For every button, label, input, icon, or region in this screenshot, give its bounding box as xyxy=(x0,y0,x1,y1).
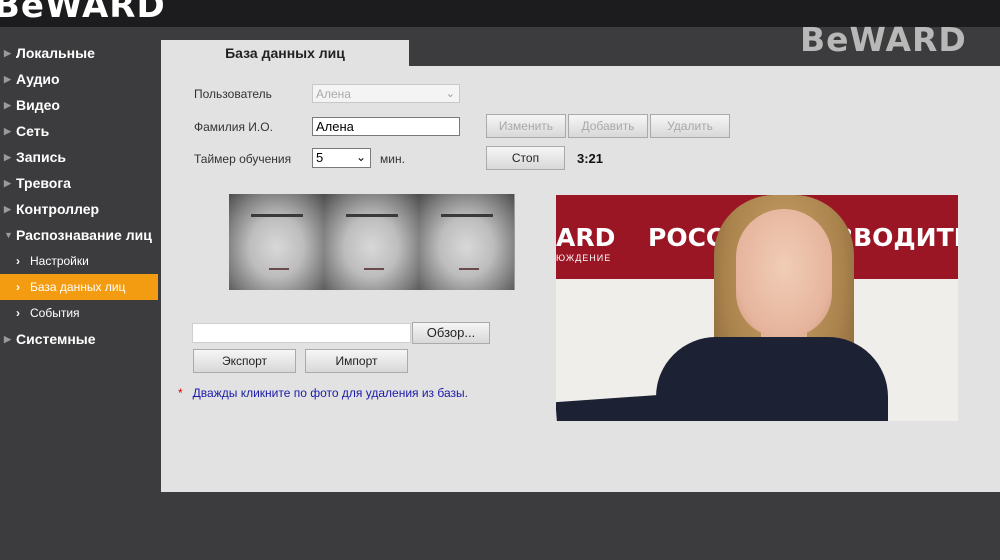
sidebar-subitem-settings[interactable]: › Настройки xyxy=(0,248,162,274)
banner-text-small: ЮЖДЕНИЕ xyxy=(556,253,612,263)
edit-button[interactable]: Изменить xyxy=(486,114,566,138)
timer-unit: мин. xyxy=(380,152,405,166)
face-thumbnail[interactable] xyxy=(324,194,419,290)
caret-right-icon: ▶ xyxy=(4,74,11,84)
timer-select-value: 5 xyxy=(316,150,324,165)
caret-right-icon: ▶ xyxy=(4,204,11,214)
caret-right-icon: ▶ xyxy=(4,100,11,110)
user-select[interactable]: Алена ⌄ xyxy=(312,84,460,103)
browse-button[interactable]: Обзор... xyxy=(412,322,490,344)
caret-down-icon: ▼ xyxy=(4,230,13,240)
countdown-timer: 3:21 xyxy=(577,151,604,166)
sidebar-item-video[interactable]: ▶ Видео xyxy=(0,92,162,118)
sidebar-item-network[interactable]: ▶ Сеть xyxy=(0,118,162,144)
required-star: * xyxy=(178,386,183,400)
sidebar-item-label: Контроллер xyxy=(16,201,100,217)
person-arm xyxy=(556,391,717,421)
camera-preview: ARD ЮЖДЕНИЕ РОССИЙ РОИЗВОДИТЕ xyxy=(556,195,958,421)
hint-text: * Дважды кликните по фото для удаления из… xyxy=(178,386,468,400)
sidebar-item-label: Видео xyxy=(16,97,60,113)
sidebar-item-face-recognition[interactable]: ▼ Распознавание лиц xyxy=(0,222,162,248)
caret-right-icon: ▶ xyxy=(4,334,11,344)
chevron-right-icon: › xyxy=(16,254,20,268)
delete-button[interactable]: Удалить xyxy=(650,114,730,138)
chevron-right-icon: › xyxy=(16,280,20,294)
chevron-down-icon: ⌄ xyxy=(355,150,366,164)
sidebar-item-label: Локальные xyxy=(16,45,95,61)
face-thumbnails xyxy=(229,194,515,290)
user-select-value: Алена xyxy=(316,87,351,101)
chevron-down-icon: ⌄ xyxy=(445,88,455,100)
sidebar-item-audio[interactable]: ▶ Аудио xyxy=(0,66,162,92)
export-button[interactable]: Экспорт xyxy=(193,349,296,373)
sidebar-item-record[interactable]: ▶ Запись xyxy=(0,144,162,170)
caret-right-icon: ▶ xyxy=(4,48,11,58)
user-label: Пользователь xyxy=(194,87,272,101)
add-button[interactable]: Добавить xyxy=(568,114,648,138)
hint-message: Дважды кликните по фото для удаления из … xyxy=(192,386,468,400)
sidebar-subitem-events[interactable]: › События xyxy=(0,300,162,326)
sidebar-subitem-face-database[interactable]: › База данных лиц xyxy=(0,274,158,300)
face-thumbnail[interactable] xyxy=(229,194,324,290)
sidebar-item-label: Распознавание лиц xyxy=(16,227,152,243)
sidebar-subitem-label: События xyxy=(30,306,80,320)
sidebar-item-local[interactable]: ▶ Локальные xyxy=(0,40,162,66)
sidebar: ▶ Локальные ▶ Аудио ▶ Видео ▶ Сеть ▶ Запись ▶… xyxy=(0,40,162,352)
file-path-field[interactable] xyxy=(192,323,411,343)
stop-button[interactable]: Стоп xyxy=(486,146,565,170)
sidebar-subitem-label: Настройки xyxy=(30,254,89,268)
caret-right-icon: ▶ xyxy=(4,178,11,188)
sidebar-item-label: Аудио xyxy=(16,71,60,87)
sidebar-item-label: Системные xyxy=(16,331,96,347)
brand-logo-right: BeWARD xyxy=(800,20,967,59)
sidebar-item-label: Сеть xyxy=(16,123,50,139)
face-thumbnail[interactable] xyxy=(419,194,514,290)
brand-logo-top: BeWARD xyxy=(0,0,166,26)
sidebar-item-controller[interactable]: ▶ Контроллер xyxy=(0,196,162,222)
sidebar-item-alarm[interactable]: ▶ Тревога xyxy=(0,170,162,196)
sidebar-item-system[interactable]: ▶ Системные xyxy=(0,326,162,352)
name-input[interactable]: Алена xyxy=(312,117,460,136)
caret-right-icon: ▶ xyxy=(4,126,11,136)
sidebar-subitem-label: База данных лиц xyxy=(30,280,126,294)
import-button[interactable]: Импорт xyxy=(305,349,408,373)
sidebar-item-label: Тревога xyxy=(16,175,71,191)
sidebar-item-label: Запись xyxy=(16,149,67,165)
banner-text-left: ARD xyxy=(556,223,616,252)
caret-right-icon: ▶ xyxy=(4,152,11,162)
timer-label: Таймер обучения xyxy=(194,152,292,166)
bottom-area xyxy=(161,492,1000,560)
person-face xyxy=(736,209,832,337)
timer-select[interactable]: 5 ⌄ xyxy=(312,148,371,168)
tab-face-database[interactable]: База данных лиц xyxy=(161,40,409,67)
chevron-right-icon: › xyxy=(16,306,20,320)
name-label: Фамилия И.О. xyxy=(194,120,273,134)
